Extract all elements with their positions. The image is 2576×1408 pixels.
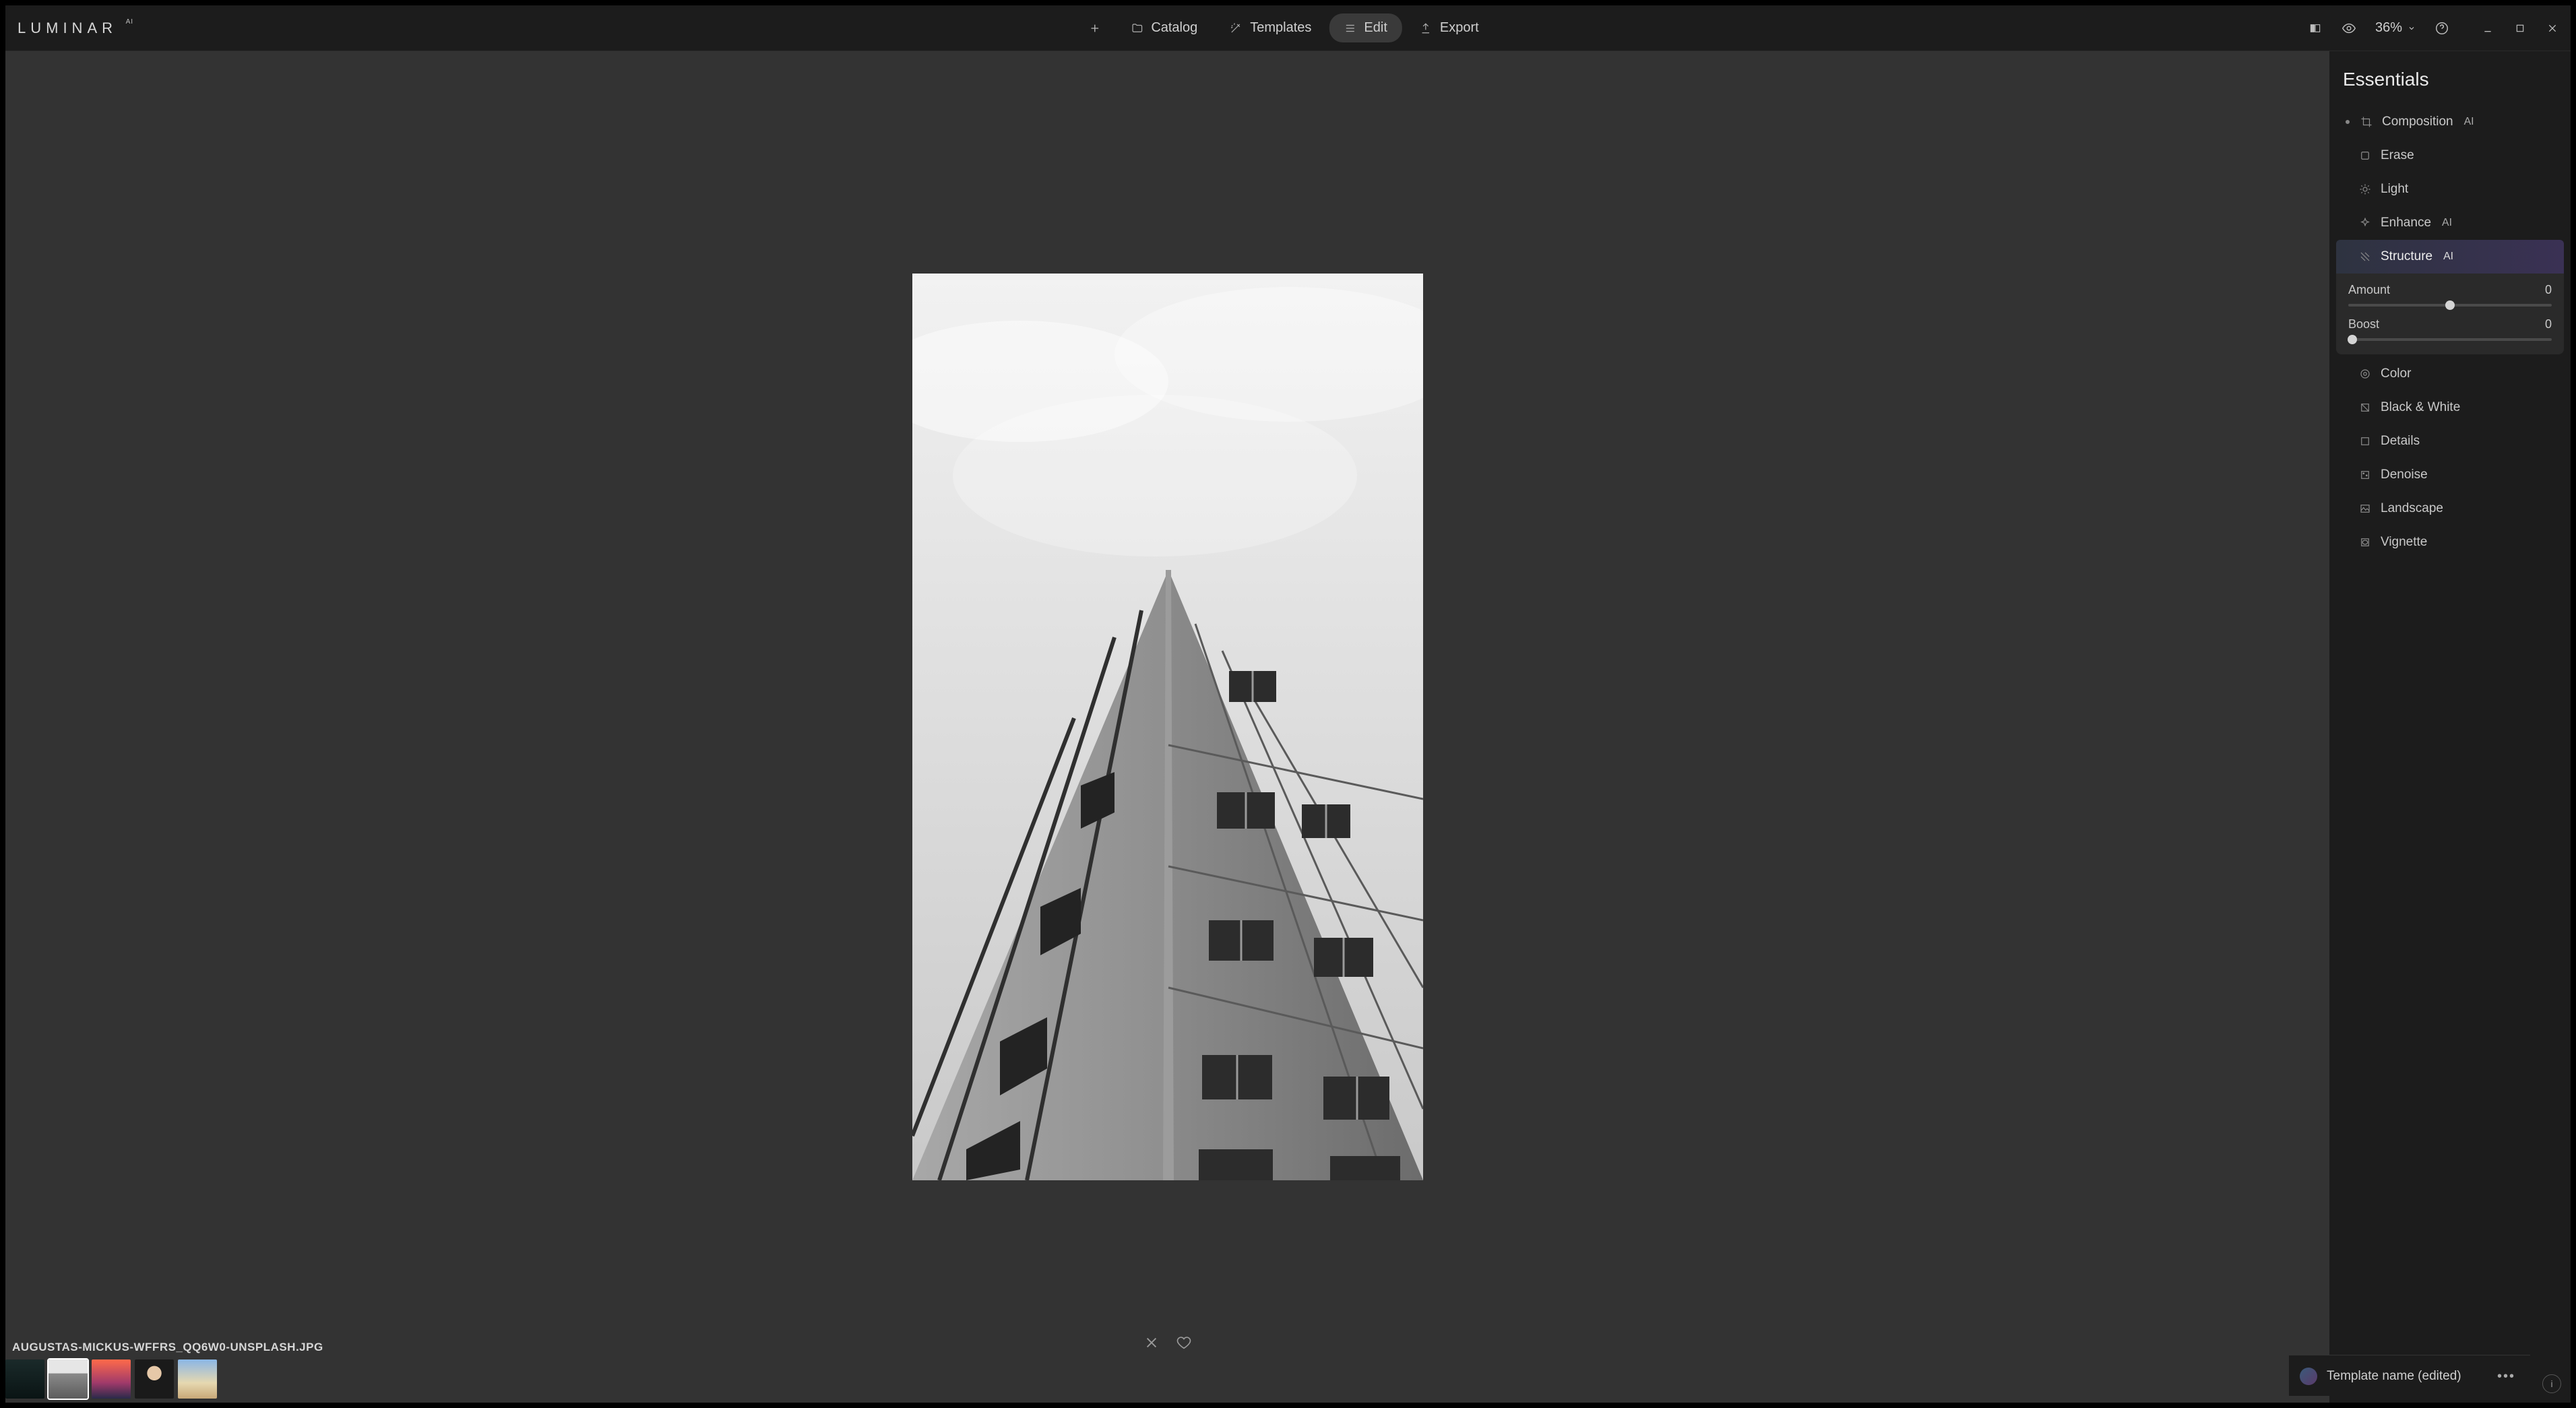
tool-label: Black & White xyxy=(2381,400,2460,415)
boost-label: Boost xyxy=(2348,317,2379,331)
vignette-icon xyxy=(2359,536,2371,548)
boost-slider[interactable] xyxy=(2348,338,2552,341)
modified-mark: AI xyxy=(2442,217,2452,229)
tool-label: Composition xyxy=(2382,115,2453,129)
template-label: Template name (edited) xyxy=(2327,1369,2484,1384)
tool-erase[interactable]: Erase xyxy=(2336,139,2564,172)
info-button[interactable]: i xyxy=(2542,1374,2561,1393)
chevron-down-icon xyxy=(2408,24,2416,32)
sparkle-icon xyxy=(2359,217,2371,229)
tool-enhance[interactable]: Enhance AI xyxy=(2336,206,2564,240)
canvas-area[interactable] xyxy=(5,51,2329,1403)
photo-preview xyxy=(912,274,1423,1180)
tool-details[interactable]: Details xyxy=(2336,424,2564,458)
amount-label: Amount xyxy=(2348,283,2390,297)
amount-slider[interactable] xyxy=(2348,304,2552,307)
add-button[interactable] xyxy=(1082,16,1106,40)
window-close[interactable] xyxy=(2546,22,2558,34)
zoom-value: 36% xyxy=(2375,20,2402,36)
tool-vignette[interactable]: Vignette xyxy=(2336,525,2564,559)
details-icon xyxy=(2359,435,2371,447)
thumb-4[interactable] xyxy=(135,1359,174,1399)
color-icon xyxy=(2359,368,2371,380)
tool-label: Structure xyxy=(2381,249,2432,264)
sliders-icon xyxy=(1344,22,1356,34)
tool-structure-panel: Amount 0 Boost 0 xyxy=(2336,274,2564,354)
tool-label: Details xyxy=(2381,434,2420,449)
tool-structure[interactable]: Structure AI xyxy=(2336,240,2564,274)
wand-icon xyxy=(1230,22,1242,34)
tool-composition[interactable]: Composition AI xyxy=(2336,105,2564,139)
panel-title: Essentials xyxy=(2336,65,2564,105)
window-minimize[interactable] xyxy=(2482,22,2494,34)
filmstrip xyxy=(5,1357,330,1399)
sun-icon xyxy=(2359,183,2371,195)
nav-edit-label: Edit xyxy=(1364,20,1387,36)
structure-icon xyxy=(2359,251,2371,263)
app-logo: LUMINARAI xyxy=(18,20,133,37)
nav-templates[interactable]: Templates xyxy=(1215,13,1326,42)
tool-bw[interactable]: Black & White xyxy=(2336,391,2564,424)
help-icon[interactable] xyxy=(2434,21,2449,36)
nav-edit[interactable]: Edit xyxy=(1329,13,1402,42)
modified-mark: AI xyxy=(2464,116,2474,128)
compare-icon[interactable] xyxy=(2308,21,2323,36)
tool-label: Light xyxy=(2381,182,2408,197)
crop-icon xyxy=(2360,116,2373,128)
folder-icon xyxy=(1131,22,1143,34)
export-icon xyxy=(1420,22,1432,34)
tool-landscape[interactable]: Landscape xyxy=(2336,492,2564,525)
thumb-2[interactable] xyxy=(49,1359,88,1399)
tool-light[interactable]: Light xyxy=(2336,172,2564,206)
boost-value: 0 xyxy=(2545,317,2552,331)
template-thumb xyxy=(2300,1368,2317,1385)
tool-color[interactable]: Color xyxy=(2336,357,2564,391)
template-bar: Template name (edited) ••• xyxy=(2289,1355,2530,1396)
thumb-3[interactable] xyxy=(92,1359,131,1399)
template-menu-button[interactable]: ••• xyxy=(2493,1369,2519,1384)
tool-label: Enhance xyxy=(2381,216,2431,230)
nav-catalog-label: Catalog xyxy=(1151,20,1197,36)
zoom-dropdown[interactable]: 36% xyxy=(2375,20,2416,36)
tool-label: Landscape xyxy=(2381,501,2443,516)
thumb-5[interactable] xyxy=(178,1359,217,1399)
preview-icon[interactable] xyxy=(2342,21,2356,36)
nav-export-label: Export xyxy=(1440,20,1479,36)
erase-icon xyxy=(2359,150,2371,162)
tool-label: Vignette xyxy=(2381,535,2427,550)
tool-denoise[interactable]: Denoise xyxy=(2336,458,2564,492)
current-filename: AUGUSTAS-MICKUS-WFFRS_QQ6W0-UNSPLASH.JPG xyxy=(5,1338,330,1357)
amount-value: 0 xyxy=(2545,283,2552,297)
nav-templates-label: Templates xyxy=(1250,20,1311,36)
tool-label: Color xyxy=(2381,366,2411,381)
denoise-icon xyxy=(2359,469,2371,481)
bw-icon xyxy=(2359,402,2371,414)
modified-mark: AI xyxy=(2443,251,2453,263)
landscape-icon xyxy=(2359,503,2371,515)
thumb-1[interactable] xyxy=(5,1359,44,1399)
window-maximize[interactable] xyxy=(2514,22,2526,34)
nav-catalog[interactable]: Catalog xyxy=(1116,13,1212,42)
nav-export[interactable]: Export xyxy=(1405,13,1494,42)
modified-indicator xyxy=(2346,120,2350,124)
tool-label: Denoise xyxy=(2381,468,2428,482)
tool-label: Erase xyxy=(2381,148,2414,163)
